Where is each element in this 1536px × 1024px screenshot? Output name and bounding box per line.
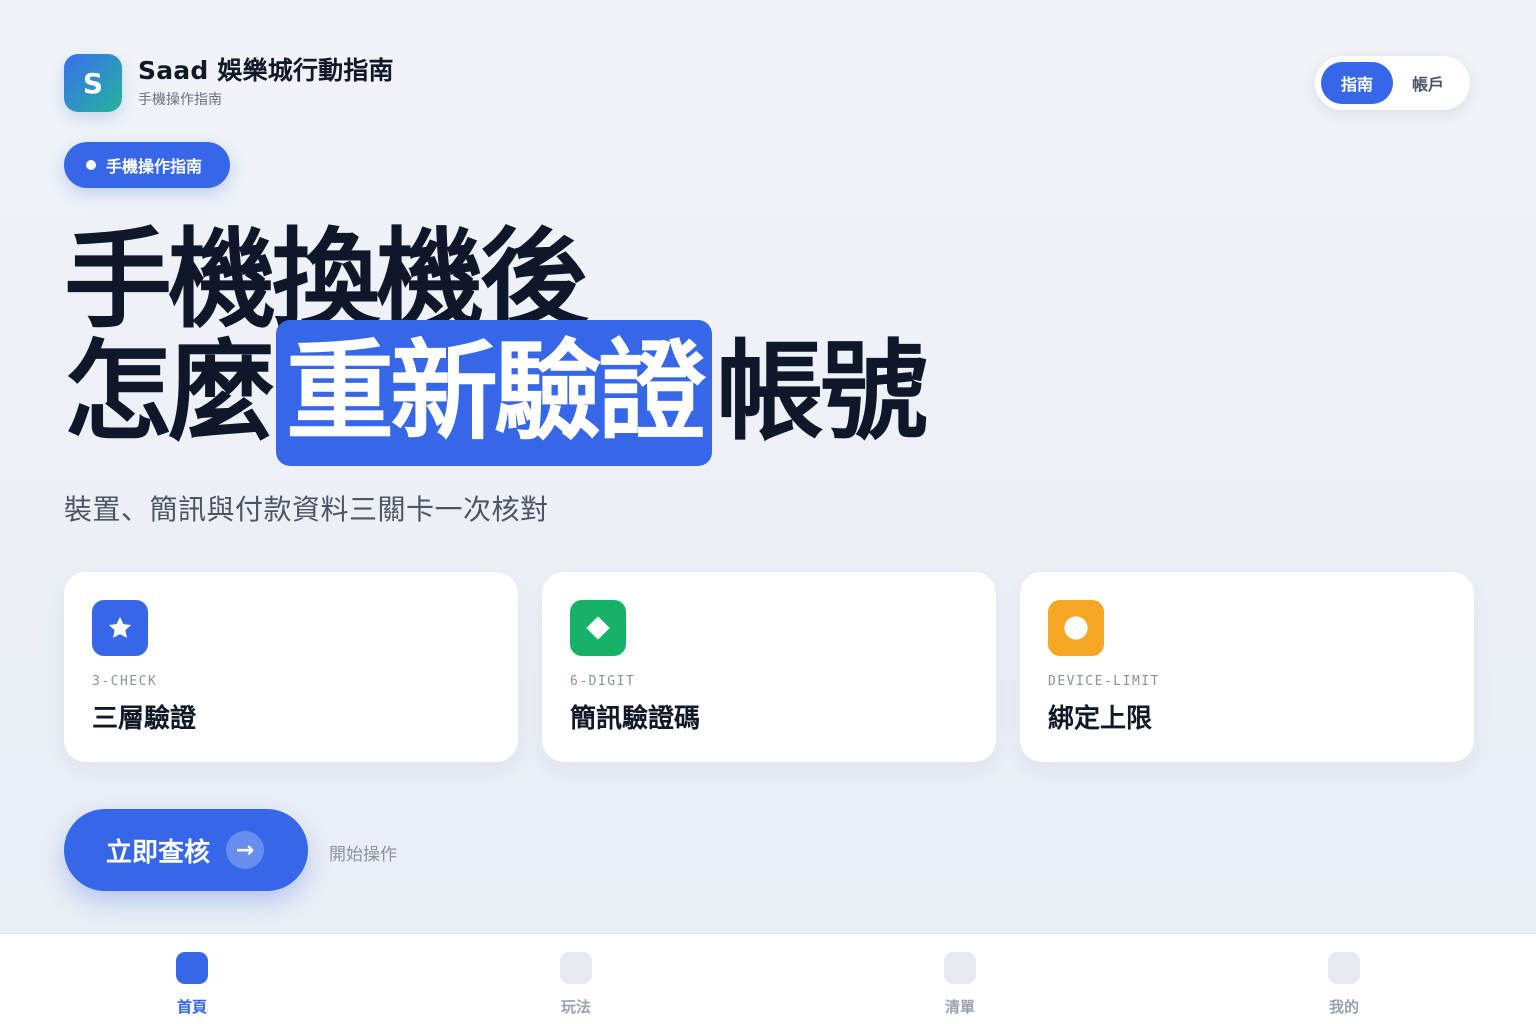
tab-list[interactable]: 清單	[768, 934, 1152, 1024]
tab-label: 我的	[1328, 998, 1359, 1016]
feature-cards: 3-CHECK 三層驗證 6-DIGIT 簡訊驗證碼 DEVICE-LIMIT …	[64, 572, 1474, 762]
feature-card[interactable]: DEVICE-LIMIT 綁定上限	[1020, 572, 1474, 762]
card-title: 綁定上限	[1048, 704, 1153, 734]
logo-letter: S	[82, 66, 104, 100]
tab-home[interactable]: 首頁	[0, 934, 384, 1024]
headline-highlight: 重新驗證	[276, 320, 713, 466]
headline-after: 帳號	[716, 330, 928, 455]
card-title: 三層驗證	[92, 704, 197, 734]
card-code: DEVICE-LIMIT	[1048, 674, 1160, 689]
brand-text: Saad 娛樂城行動指南 手機操作指南	[138, 57, 394, 109]
cta-label: 立即查核	[106, 837, 211, 868]
card-title: 簡訊驗證碼	[570, 704, 701, 734]
arrow-right-icon: →	[226, 831, 265, 869]
app-subtitle: 手機操作指南	[138, 91, 222, 108]
home-icon	[176, 952, 208, 984]
feature-card[interactable]: 6-DIGIT 簡訊驗證碼	[542, 572, 996, 762]
tab-account[interactable]: 帳戶	[1393, 62, 1463, 104]
page: S Saad 娛樂城行動指南 手機操作指南 指南 帳戶 手機操作指南 手機換機後…	[0, 0, 1536, 1024]
star-icon	[92, 600, 148, 656]
profile-icon	[1328, 952, 1360, 984]
play-icon	[560, 952, 592, 984]
circle-icon	[1048, 600, 1104, 656]
view-switcher: 指南 帳戶	[1315, 56, 1470, 110]
brand: S Saad 娛樂城行動指南 手機操作指南	[64, 54, 394, 112]
dot-icon	[86, 160, 96, 170]
tab-me[interactable]: 我的	[1152, 934, 1536, 1024]
headline-line2: 怎麼 重新驗證 帳號	[64, 320, 928, 466]
tab-label: 玩法	[560, 998, 591, 1016]
category-pill: 手機操作指南	[64, 142, 230, 188]
app-logo: S	[64, 54, 122, 112]
feature-card[interactable]: 3-CHECK 三層驗證	[64, 572, 518, 762]
diamond-icon	[570, 600, 626, 656]
tab-play[interactable]: 玩法	[384, 934, 768, 1024]
cta-hint: 開始操作	[329, 845, 397, 865]
pill-label: 手機操作指南	[106, 157, 203, 176]
check-now-button[interactable]: 立即查核 →	[64, 809, 308, 891]
card-code: 3-CHECK	[92, 674, 158, 689]
tab-guide[interactable]: 指南	[1321, 62, 1393, 104]
bottom-tab-bar: 首頁 玩法 清單 我的	[0, 933, 1536, 1024]
tab-label: 首頁	[176, 998, 207, 1016]
hero-subtitle: 裝置、簡訊與付款資料三關卡一次核對	[64, 493, 549, 526]
tab-label: 清單	[944, 998, 975, 1016]
list-icon	[944, 952, 976, 984]
card-code: 6-DIGIT	[570, 674, 636, 689]
app-title: Saad 娛樂城行動指南	[138, 56, 394, 86]
headline-before: 怎麼	[64, 330, 276, 455]
